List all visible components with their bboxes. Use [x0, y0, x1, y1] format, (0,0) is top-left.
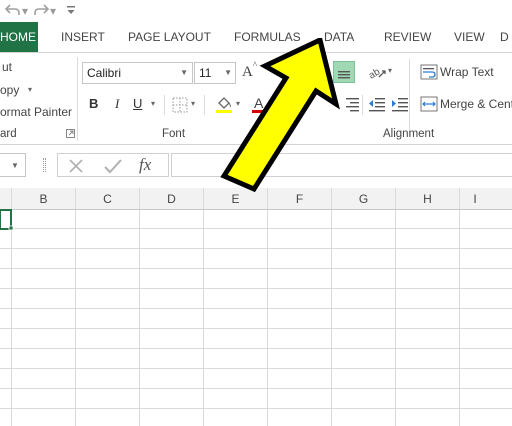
- worksheet-grid[interactable]: B C D E F G H I: [0, 188, 512, 426]
- orientation-icon[interactable]: ab: [367, 62, 389, 80]
- merge-center-icon[interactable]: [420, 96, 438, 112]
- column-header-b[interactable]: B: [12, 188, 75, 210]
- divider: [204, 95, 205, 115]
- italic-button[interactable]: I: [115, 96, 119, 112]
- undo-icon[interactable]: [4, 3, 22, 19]
- clipboard-group-label: ard: [0, 128, 17, 140]
- font-group-label: Font: [162, 128, 186, 140]
- tab-view[interactable]: VIEW: [454, 22, 485, 52]
- divider: [77, 57, 78, 141]
- annotation-arrow-icon: [220, 38, 340, 193]
- column-header-c[interactable]: C: [76, 188, 139, 210]
- orientation-dropdown-icon[interactable]: ▾: [388, 61, 392, 81]
- font-name-dropdown-icon[interactable]: ▼: [180, 63, 188, 83]
- column-header-i[interactable]: I: [460, 188, 512, 210]
- merge-center-button[interactable]: Merge & Cent: [440, 97, 512, 111]
- copy-dropdown-icon[interactable]: ▾: [28, 80, 32, 100]
- clipboard-launcher-icon[interactable]: [66, 129, 75, 138]
- underline-button[interactable]: U: [133, 96, 142, 111]
- formula-bar-grip-icon[interactable]: [43, 158, 46, 172]
- borders-dropdown-icon[interactable]: ▾: [191, 94, 195, 114]
- underline-dropdown-icon[interactable]: ▾: [151, 94, 155, 114]
- cancel-icon[interactable]: [67, 157, 85, 175]
- font-name-combo[interactable]: Calibri ▼: [82, 62, 193, 84]
- column-header-h[interactable]: H: [396, 188, 459, 210]
- font-size-value: 11: [199, 66, 212, 80]
- tab-insert[interactable]: INSERT: [61, 22, 105, 52]
- name-box-dropdown-icon[interactable]: ▼: [11, 156, 19, 176]
- bold-button[interactable]: B: [89, 96, 98, 111]
- tab-page-layout[interactable]: PAGE LAYOUT: [128, 22, 211, 52]
- wrap-text-button[interactable]: Wrap Text: [440, 65, 494, 79]
- insert-function-button[interactable]: fx: [139, 155, 151, 175]
- tab-home[interactable]: HOME: [0, 22, 38, 52]
- column-header-d[interactable]: D: [140, 188, 203, 210]
- svg-text:ab: ab: [367, 66, 382, 80]
- font-name-value: Calibri: [87, 66, 122, 80]
- cut-button[interactable]: ut: [2, 60, 12, 74]
- undo-dropdown-icon[interactable]: ▾: [22, 3, 28, 19]
- decrease-indent-icon[interactable]: [368, 96, 386, 112]
- redo-dropdown-icon[interactable]: ▾: [50, 3, 56, 19]
- grid-lines: [0, 188, 512, 426]
- redo-icon[interactable]: [32, 3, 50, 19]
- borders-icon[interactable]: [172, 97, 188, 113]
- divider: [164, 95, 165, 115]
- customize-qat-icon[interactable]: [66, 3, 76, 19]
- tab-review[interactable]: REVIEW: [384, 22, 431, 52]
- tab-developer[interactable]: D: [500, 22, 509, 52]
- divider: [362, 95, 363, 115]
- wrap-text-icon[interactable]: [420, 64, 438, 80]
- divider: [409, 59, 410, 137]
- enter-icon[interactable]: [103, 157, 123, 175]
- name-box[interactable]: ▼: [0, 153, 26, 177]
- quick-access-toolbar: ▾ ▾: [0, 0, 512, 22]
- alignment-group-label: Alignment: [383, 128, 435, 140]
- copy-button[interactable]: opy: [0, 83, 19, 97]
- formula-buttons: fx: [57, 153, 169, 177]
- increase-indent-icon[interactable]: [391, 96, 409, 112]
- format-painter-button[interactable]: ormat Painter: [0, 105, 72, 119]
